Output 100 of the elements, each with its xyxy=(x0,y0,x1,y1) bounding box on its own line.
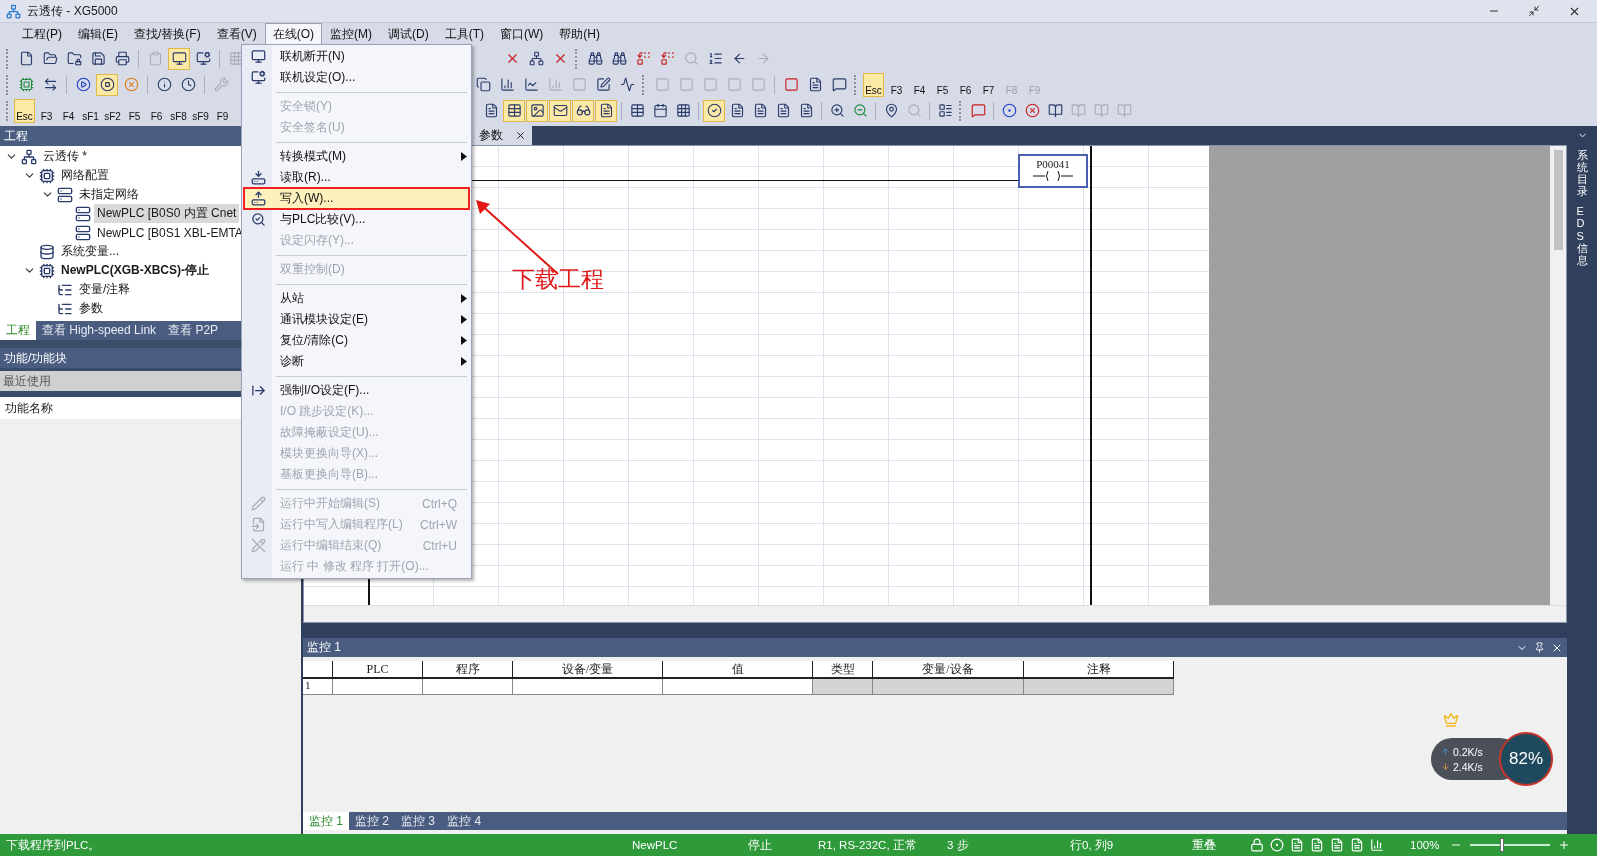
function-key-button[interactable]: F7 xyxy=(978,72,999,97)
menu-item[interactable]: 读取(R)... xyxy=(244,167,469,188)
tree-item[interactable]: NewPLC(XGB-XBCS)-停止 xyxy=(58,261,212,280)
function-key-button[interactable]: F9 xyxy=(212,98,233,123)
table-button[interactable] xyxy=(503,99,525,122)
menu-bar-item[interactable]: 在线(O) xyxy=(264,23,322,45)
tree-item[interactable]: 网络配置 xyxy=(58,166,112,185)
play-icon xyxy=(75,77,91,92)
function-key-button[interactable]: Esc xyxy=(14,98,35,123)
vertical-scrollbar[interactable] xyxy=(1550,146,1566,605)
function-key-button[interactable]: F5 xyxy=(124,98,145,123)
side-tab[interactable]: EDS 信息 xyxy=(1576,205,1588,266)
table-cell[interactable] xyxy=(423,679,513,695)
grid-icon xyxy=(228,51,244,66)
coil-cell[interactable]: P00041 xyxy=(1018,154,1088,188)
function-key-button[interactable]: sF8 xyxy=(168,98,189,123)
replace-icon xyxy=(635,51,651,66)
bar-chart-icon xyxy=(547,77,563,92)
tree-item[interactable]: 参数 xyxy=(76,299,106,318)
menu-item[interactable]: 转换模式(M) xyxy=(244,146,469,167)
document-icon xyxy=(1290,838,1304,852)
drive-upload-icon xyxy=(250,191,266,206)
mail-button[interactable] xyxy=(549,99,571,122)
menu-item[interactable]: 通讯模块设定(E) xyxy=(244,309,469,330)
menu-item[interactable]: 写入(W)... xyxy=(244,188,469,209)
speech-bubble-icon xyxy=(831,77,847,92)
menu-bar-item[interactable]: 查找/替换(F) xyxy=(126,23,209,45)
clock-icon xyxy=(180,77,196,92)
menu-bar-item[interactable]: 监控(M) xyxy=(322,23,380,45)
status-field: 重叠 xyxy=(1192,837,1250,853)
pin-icon xyxy=(883,103,899,118)
panel-tab[interactable]: 查看 P2P xyxy=(162,321,225,340)
menu-bar-item[interactable]: 工程(P) xyxy=(14,23,70,45)
stop-button[interactable] xyxy=(96,73,118,96)
panel-tab[interactable]: 工程 xyxy=(0,321,36,340)
server-icon xyxy=(75,205,91,222)
image-button[interactable] xyxy=(526,99,548,122)
monitor-tab[interactable]: 监控 2 xyxy=(349,812,396,830)
tree-item[interactable]: 未指定网络 xyxy=(76,185,142,204)
monitor-tab[interactable]: 监控 3 xyxy=(395,812,442,830)
function-key-button[interactable]: F6 xyxy=(955,72,976,97)
glasses-button[interactable] xyxy=(572,99,594,122)
column-header: 变量/设备 xyxy=(873,661,1024,679)
check-button[interactable] xyxy=(703,99,725,122)
mail-icon xyxy=(552,103,568,118)
table-cell[interactable] xyxy=(663,679,813,695)
zoom-in-icon[interactable] xyxy=(1558,839,1570,851)
side-tab[interactable]: 系统目录 xyxy=(1576,149,1588,198)
function-key-button[interactable]: F4 xyxy=(58,98,79,123)
document-button[interactable] xyxy=(595,99,617,122)
menu-bar-item[interactable]: 窗口(W) xyxy=(492,23,552,45)
function-key-button[interactable]: F5 xyxy=(932,72,953,97)
menu-bar-item[interactable]: 查看(V) xyxy=(208,23,265,45)
menu-item[interactable]: 从站 xyxy=(244,288,469,309)
function-key-button[interactable]: Esc xyxy=(863,72,884,97)
status-field: 停止 xyxy=(748,837,818,853)
menu-bar-item[interactable]: 帮助(H) xyxy=(551,23,608,45)
function-key-button[interactable]: F3 xyxy=(886,72,907,97)
search-icon xyxy=(683,51,699,66)
tree-item[interactable]: NewPLC [B0S0 内置 Cnet xyxy=(94,204,240,223)
function-key-button[interactable]: sF2 xyxy=(102,98,123,123)
tree-item[interactable]: 系统变量... xyxy=(58,242,122,261)
submenu-caret-icon xyxy=(461,294,467,303)
contact-icon xyxy=(750,77,766,92)
monitor-tab[interactable]: 监控 1 xyxy=(303,812,349,830)
menu-bar-item[interactable]: 工具(T) xyxy=(436,23,492,45)
table-cell[interactable] xyxy=(1024,679,1174,695)
menu-bar-item[interactable]: 编辑(E) xyxy=(70,23,126,45)
table-cell[interactable] xyxy=(513,679,663,695)
search-icon xyxy=(906,103,922,118)
pin-icon[interactable] xyxy=(1534,642,1545,653)
slider-thumb[interactable] xyxy=(1500,838,1504,852)
function-key-button[interactable]: F3 xyxy=(36,98,57,123)
contact-icon xyxy=(783,77,799,92)
function-key-button[interactable]: sF9 xyxy=(190,98,211,123)
table-cell[interactable] xyxy=(333,679,423,695)
list-icon xyxy=(937,103,953,118)
table-cell[interactable] xyxy=(873,679,1024,695)
panel-tab[interactable]: 查看 High-speed Link xyxy=(36,321,163,340)
chip-icon xyxy=(18,77,34,92)
tree-item[interactable]: 变量/注释 xyxy=(76,280,134,299)
tree-item[interactable]: 云透传 * xyxy=(40,147,90,166)
menu-item[interactable]: 联机断开(N) xyxy=(244,46,469,67)
close-icon[interactable] xyxy=(515,130,526,141)
monitor-button[interactable] xyxy=(168,47,190,70)
lock-icon xyxy=(1250,838,1264,852)
submenu-caret-icon xyxy=(461,336,467,345)
crown-icon xyxy=(1443,712,1459,728)
download-speed: 2.4K/s xyxy=(1453,760,1483,773)
table-icon xyxy=(506,103,522,118)
menu-item[interactable]: 与PLC比较(V)... xyxy=(244,209,469,230)
menu-bar-item[interactable]: 调试(D) xyxy=(380,23,437,45)
function-key-button[interactable]: sF1 xyxy=(80,98,101,123)
function-key-button[interactable]: F4 xyxy=(909,72,930,97)
table-cell[interactable] xyxy=(813,679,873,695)
monitor-tab[interactable]: 监控 4 xyxy=(441,812,488,830)
function-key-button[interactable]: F6 xyxy=(146,98,167,123)
horizontal-scrollbar[interactable] xyxy=(304,605,1566,622)
menu-item[interactable]: 复位/清除(C) xyxy=(244,330,469,351)
menu-item[interactable]: 联机设定(O)... xyxy=(244,67,469,88)
